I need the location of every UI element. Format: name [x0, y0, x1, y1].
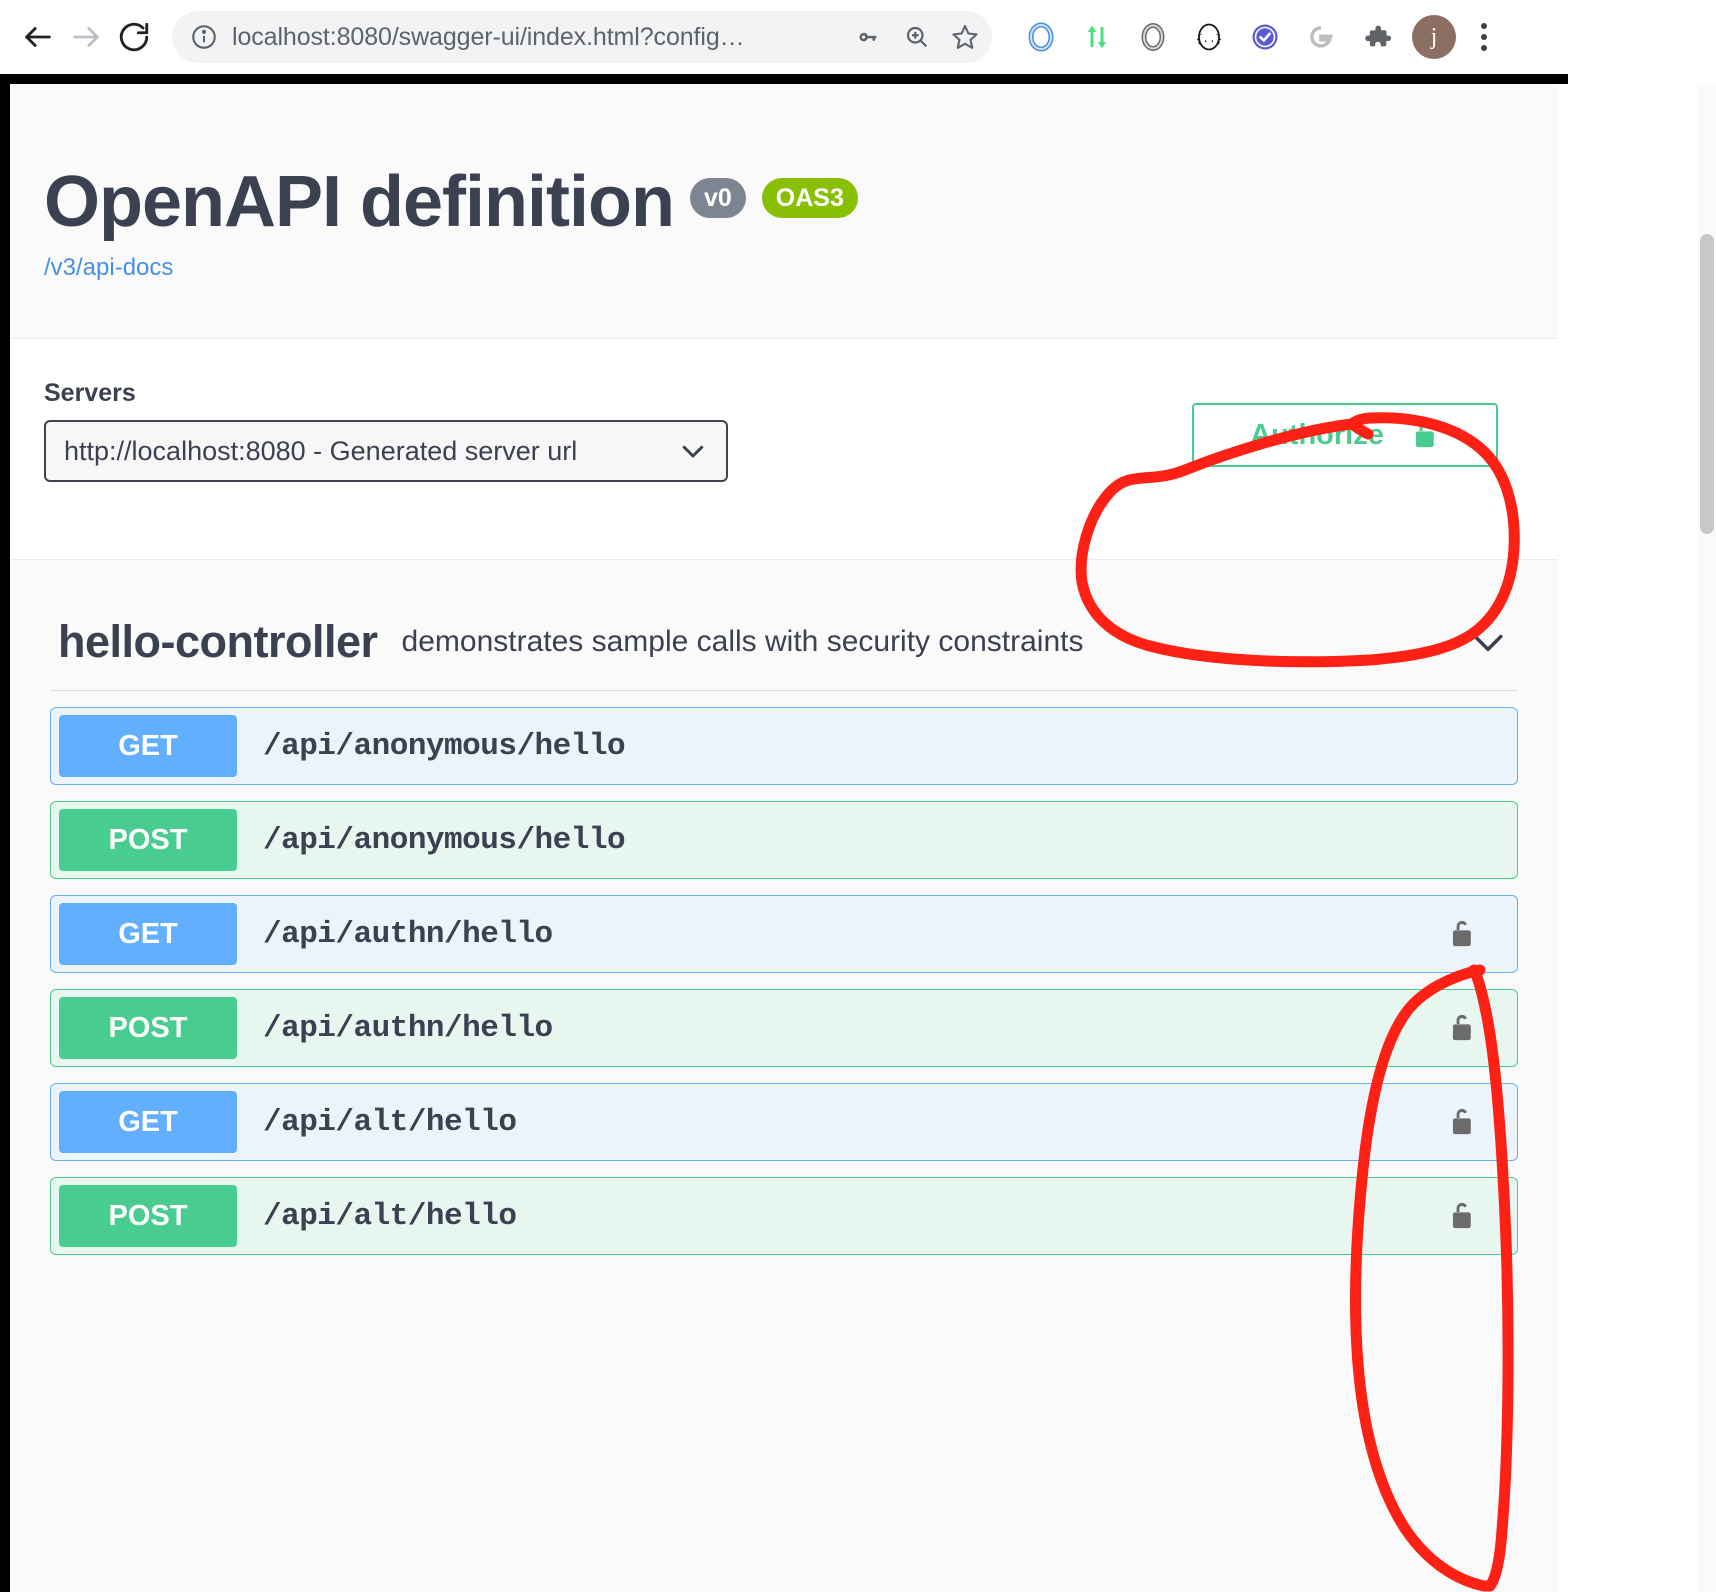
operation-method-badge: GET [59, 903, 237, 965]
operation-method-badge: POST [59, 809, 237, 871]
operation-row[interactable]: GET/api/authn/hello [50, 895, 1518, 973]
green-arrows-extension-icon[interactable] [1080, 20, 1114, 54]
operation-row[interactable]: POST/api/anonymous/hello [50, 801, 1518, 879]
page-scrollbar-track[interactable] [1698, 84, 1716, 1592]
star-icon[interactable] [950, 22, 980, 52]
braces-extension-icon[interactable]: {..} [1192, 20, 1226, 54]
locked-padlock-icon [1452, 1014, 1471, 1041]
operation-lock-button[interactable] [1447, 1011, 1477, 1045]
locked-padlock-icon [1452, 920, 1471, 947]
key-icon[interactable] [854, 22, 884, 52]
authorize-wrapper: Authorize [1192, 403, 1498, 467]
operation-lock-button[interactable] [1447, 1199, 1477, 1233]
address-bar[interactable]: localhost:8080/swagger-ui/index.html?con… [172, 11, 992, 63]
chevron-down-icon [1473, 634, 1503, 652]
tag-name: hello-controller [58, 616, 378, 667]
blue-ring-extension-icon[interactable] [1024, 20, 1058, 54]
info-circle-icon[interactable] [190, 23, 218, 51]
page-top-padding [10, 84, 1558, 106]
page-scrollbar-thumb[interactable] [1700, 234, 1714, 534]
operation-path: /api/anonymous/hello [263, 728, 626, 764]
operation-row[interactable]: POST/api/authn/hello [50, 989, 1518, 1067]
operation-path: /api/anonymous/hello [263, 822, 626, 858]
servers-section: Servers http://localhost:8080 - Generate… [10, 338, 1558, 560]
api-docs-link[interactable]: /v3/api-docs [44, 254, 1524, 282]
operation-method-badge: GET [59, 715, 237, 777]
reload-button[interactable] [110, 13, 158, 61]
server-select[interactable]: http://localhost:8080 - Generated server… [44, 420, 728, 482]
operation-method-badge: POST [59, 997, 237, 1059]
purple-check-extension-icon[interactable] [1248, 20, 1282, 54]
authorize-button-label: Authorize [1250, 418, 1384, 451]
authorize-button[interactable]: Authorize [1192, 403, 1498, 467]
operation-path: /api/alt/hello [263, 1198, 517, 1234]
window-divider [0, 74, 1568, 84]
tag-collapse-toggle[interactable] [1466, 620, 1510, 664]
api-info-block: OpenAPI definition v0 OAS3 /v3/api-docs [10, 106, 1558, 338]
locked-padlock-icon [1452, 1202, 1471, 1229]
gray-ring-extension-icon[interactable] [1136, 20, 1170, 54]
operation-method-badge: POST [59, 1185, 237, 1247]
server-select-value: http://localhost:8080 - Generated server… [64, 435, 578, 466]
arrow-right-icon [69, 20, 103, 54]
svg-text:{..}: {..} [1196, 34, 1222, 46]
back-button[interactable] [14, 13, 62, 61]
google-g-extension-icon[interactable] [1304, 20, 1338, 54]
browser-toolbar: localhost:8080/swagger-ui/index.html?con… [0, 0, 1716, 74]
api-title-row: OpenAPI definition v0 OAS3 [44, 166, 1524, 238]
operation-list: GET/api/anonymous/hello POST/api/anonymou… [44, 707, 1524, 1255]
locked-padlock-icon [1452, 1108, 1471, 1135]
puzzle-extensions-icon[interactable] [1360, 20, 1394, 54]
operation-path: /api/authn/hello [263, 916, 553, 952]
zoom-in-icon[interactable] [902, 22, 932, 52]
reload-icon [117, 20, 151, 54]
operation-path: /api/alt/hello [263, 1104, 517, 1140]
window-left-edge [0, 84, 10, 1592]
browser-window: localhost:8080/swagger-ui/index.html?con… [0, 0, 1716, 1592]
tag-divider [50, 690, 1518, 691]
tag-header[interactable]: hello-controller demonstrates sample cal… [44, 598, 1524, 690]
swagger-ui-page: OpenAPI definition v0 OAS3 /v3/api-docs … [10, 84, 1558, 1592]
unlocked-padlock-icon [1410, 418, 1440, 452]
version-badge: v0 [689, 178, 746, 218]
operation-row[interactable]: GET/api/anonymous/hello [50, 707, 1518, 785]
operation-path: /api/authn/hello [263, 1010, 553, 1046]
chevron-down-icon [678, 436, 708, 466]
operation-lock-button[interactable] [1447, 917, 1477, 951]
tag-section-hello-controller: hello-controller demonstrates sample cal… [10, 560, 1558, 1255]
kebab-menu-icon[interactable] [1466, 15, 1502, 59]
window-right-gutter [1568, 74, 1716, 1592]
page-title: OpenAPI definition [44, 162, 675, 242]
operation-row[interactable]: POST/api/alt/hello [50, 1177, 1518, 1255]
address-bar-text: localhost:8080/swagger-ui/index.html?con… [232, 22, 745, 51]
tag-description: demonstrates sample calls with security … [401, 625, 1084, 658]
operation-lock-button[interactable] [1447, 1105, 1477, 1139]
profile-avatar[interactable]: j [1412, 15, 1456, 59]
operation-method-badge: GET [59, 1091, 237, 1153]
forward-button[interactable] [62, 13, 110, 61]
operation-row[interactable]: GET/api/alt/hello [50, 1083, 1518, 1161]
oas-version-badge: OAS3 [761, 178, 858, 218]
arrow-left-icon [21, 20, 55, 54]
extension-icon-group: {..} [1024, 20, 1394, 54]
